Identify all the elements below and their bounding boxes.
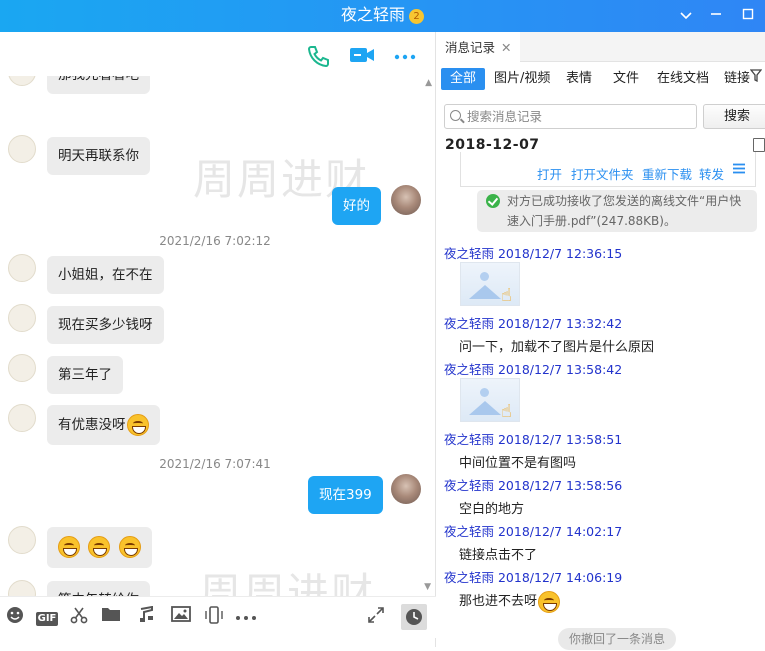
filter-docs[interactable]: 在线文档 bbox=[657, 68, 709, 90]
message-text: 有优惠没呀 bbox=[58, 417, 126, 433]
avatar[interactable] bbox=[8, 404, 36, 432]
shake-screen-icon[interactable] bbox=[203, 606, 225, 628]
filter-icon[interactable] bbox=[749, 68, 763, 90]
chevron-down-icon[interactable] bbox=[676, 6, 696, 26]
chat-toolbar: ▲ bbox=[0, 32, 436, 88]
voice-call-icon[interactable] bbox=[305, 45, 331, 68]
history-meta: 夜之轻雨 2018/12/7 14:06:19 bbox=[444, 570, 623, 585]
history-message: 中间位置不是有图吗 bbox=[459, 456, 577, 471]
check-icon bbox=[486, 194, 500, 208]
filter-links[interactable]: 链接 bbox=[724, 68, 750, 90]
search-box bbox=[444, 104, 697, 129]
image-placeholder-icon bbox=[480, 272, 489, 281]
tab-message-history[interactable]: 消息记录 ✕ bbox=[437, 32, 520, 62]
message-bubble[interactable]: 现在399 bbox=[308, 476, 383, 514]
message-timestamp: 2021/2/16 7:02:12 bbox=[159, 234, 271, 248]
gif-label: GIF bbox=[35, 612, 59, 626]
filter-files[interactable]: 文件 bbox=[613, 68, 639, 90]
history-meta: 夜之轻雨 2018/12/7 13:58:42 bbox=[444, 362, 623, 377]
image-thumbnail[interactable]: ☝ bbox=[460, 262, 520, 306]
maximize-button[interactable] bbox=[738, 6, 758, 26]
tab-label: 消息记录 bbox=[445, 40, 496, 55]
gif-icon[interactable]: GIF bbox=[35, 606, 59, 628]
avatar[interactable] bbox=[391, 185, 421, 215]
folder-icon[interactable] bbox=[100, 606, 122, 628]
history-meta: 夜之轻雨 2018/12/7 12:36:15 bbox=[444, 246, 623, 261]
avatar[interactable] bbox=[8, 76, 36, 86]
file-redownload-link[interactable]: 重新下载 bbox=[642, 164, 692, 183]
calendar-icon[interactable] bbox=[753, 138, 765, 152]
avatar[interactable] bbox=[391, 474, 421, 504]
search-button[interactable]: 搜索 bbox=[703, 104, 765, 129]
history-pane: 消息记录 ✕ 全部 图片/视频 表情 文件 在线文档 链接 搜索 2018-12-… bbox=[437, 32, 765, 650]
history-message: 链接点击不了 bbox=[459, 548, 538, 563]
laugh-emoji-icon bbox=[88, 536, 111, 558]
laugh-emoji-icon bbox=[58, 536, 80, 558]
avatar[interactable] bbox=[8, 526, 36, 554]
input-toolbar: GIF bbox=[0, 596, 436, 638]
vip-badge-icon: 2 bbox=[409, 9, 424, 24]
message-bubble[interactable] bbox=[47, 527, 152, 568]
message-bubble[interactable]: 好的 bbox=[332, 187, 381, 225]
message-bubble[interactable]: 第三年了 bbox=[47, 356, 123, 394]
message-bubble[interactable]: 小姐姐，在不在 bbox=[47, 256, 164, 294]
history-meta: 夜之轻雨 2018/12/7 13:32:42 bbox=[444, 316, 623, 331]
history-tab-bar: 消息记录 ✕ bbox=[437, 32, 765, 62]
close-icon[interactable]: ✕ bbox=[501, 40, 511, 55]
video-call-icon[interactable] bbox=[349, 45, 375, 67]
history-message: 问一下，加载不了图片是什么原因 bbox=[459, 340, 655, 355]
message-bubble[interactable]: 明天再联系你 bbox=[47, 137, 150, 175]
chat-pane: ▲ 周周进财 周周进财 那我先看看吧 明天再联系你 好的 2021/2/16 7… bbox=[0, 32, 436, 647]
grin-emoji-icon bbox=[126, 414, 149, 436]
file-menu-icon[interactable] bbox=[733, 162, 745, 177]
expand-icon[interactable] bbox=[365, 606, 387, 628]
window-title-wrap: 夜之轻雨 2 bbox=[0, 0, 765, 30]
history-clock-icon[interactable] bbox=[401, 604, 427, 630]
scissors-icon[interactable] bbox=[68, 606, 90, 628]
laugh-emoji-icon bbox=[118, 536, 141, 558]
file-open-folder-link[interactable]: 打开文件夹 bbox=[571, 164, 634, 183]
minimize-button[interactable] bbox=[706, 6, 726, 26]
history-message: 那也进不去呀 bbox=[459, 590, 561, 613]
image-placeholder-icon bbox=[480, 388, 489, 397]
more-tools-icon[interactable] bbox=[235, 606, 257, 628]
avatar[interactable] bbox=[8, 304, 36, 332]
notice-text: 对方已成功接收了您发送的离线文件“用户快速入门手册.pdf”(247.88KB)… bbox=[507, 194, 742, 228]
history-meta: 夜之轻雨 2018/12/7 13:58:56 bbox=[444, 478, 623, 493]
file-card: 打开 打开文件夹 重新下载 转发 bbox=[460, 152, 756, 187]
message-timestamp: 2021/2/16 7:07:41 bbox=[159, 457, 271, 471]
image-icon[interactable] bbox=[170, 606, 192, 628]
laugh-cry-emoji-icon bbox=[538, 590, 561, 613]
history-meta: 夜之轻雨 2018/12/7 14:02:17 bbox=[444, 524, 623, 539]
message-list[interactable]: 周周进财 周周进财 那我先看看吧 明天再联系你 好的 2021/2/16 7:0… bbox=[0, 76, 436, 624]
history-date: 2018-12-07 bbox=[445, 137, 540, 153]
history-message: 空白的地方 bbox=[459, 502, 525, 517]
filter-stickers[interactable]: 表情 bbox=[566, 68, 592, 90]
message-bubble[interactable]: 现在买多少钱呀 bbox=[47, 306, 164, 344]
file-forward-link[interactable]: 转发 bbox=[699, 164, 724, 183]
scroll-down-arrow[interactable]: ▼ bbox=[424, 582, 431, 592]
filter-media[interactable]: 图片/视频 bbox=[494, 68, 550, 90]
file-open-link[interactable]: 打开 bbox=[537, 164, 562, 183]
filter-all[interactable]: 全部 bbox=[441, 68, 486, 90]
music-icon[interactable] bbox=[135, 605, 157, 628]
message-bubble[interactable]: 有优惠没呀 bbox=[47, 405, 160, 445]
file-received-notice: 对方已成功接收了您发送的离线文件“用户快速入门手册.pdf”(247.88KB)… bbox=[477, 190, 757, 232]
pointer-hand-icon: ☝ bbox=[501, 401, 512, 422]
avatar[interactable] bbox=[8, 254, 36, 282]
title-bar: 夜之轻雨 2 bbox=[0, 0, 765, 32]
search-input[interactable] bbox=[467, 106, 692, 127]
history-message-text: 那也进不去呀 bbox=[459, 594, 538, 609]
pointer-hand-icon: ☝ bbox=[501, 285, 512, 306]
image-thumbnail[interactable]: ☝ bbox=[460, 378, 520, 422]
history-filters: 全部 图片/视频 表情 文件 在线文档 链接 bbox=[437, 68, 765, 90]
avatar[interactable] bbox=[8, 354, 36, 382]
message-bubble[interactable]: 那我先看看吧 bbox=[47, 76, 150, 94]
emoji-icon[interactable] bbox=[4, 606, 26, 628]
window-title: 夜之轻雨 bbox=[340, 5, 405, 24]
avatar[interactable] bbox=[8, 135, 36, 163]
history-meta: 夜之轻雨 2018/12/7 13:58:51 bbox=[444, 432, 623, 447]
search-icon bbox=[450, 110, 461, 121]
more-options-icon[interactable] bbox=[392, 45, 418, 67]
